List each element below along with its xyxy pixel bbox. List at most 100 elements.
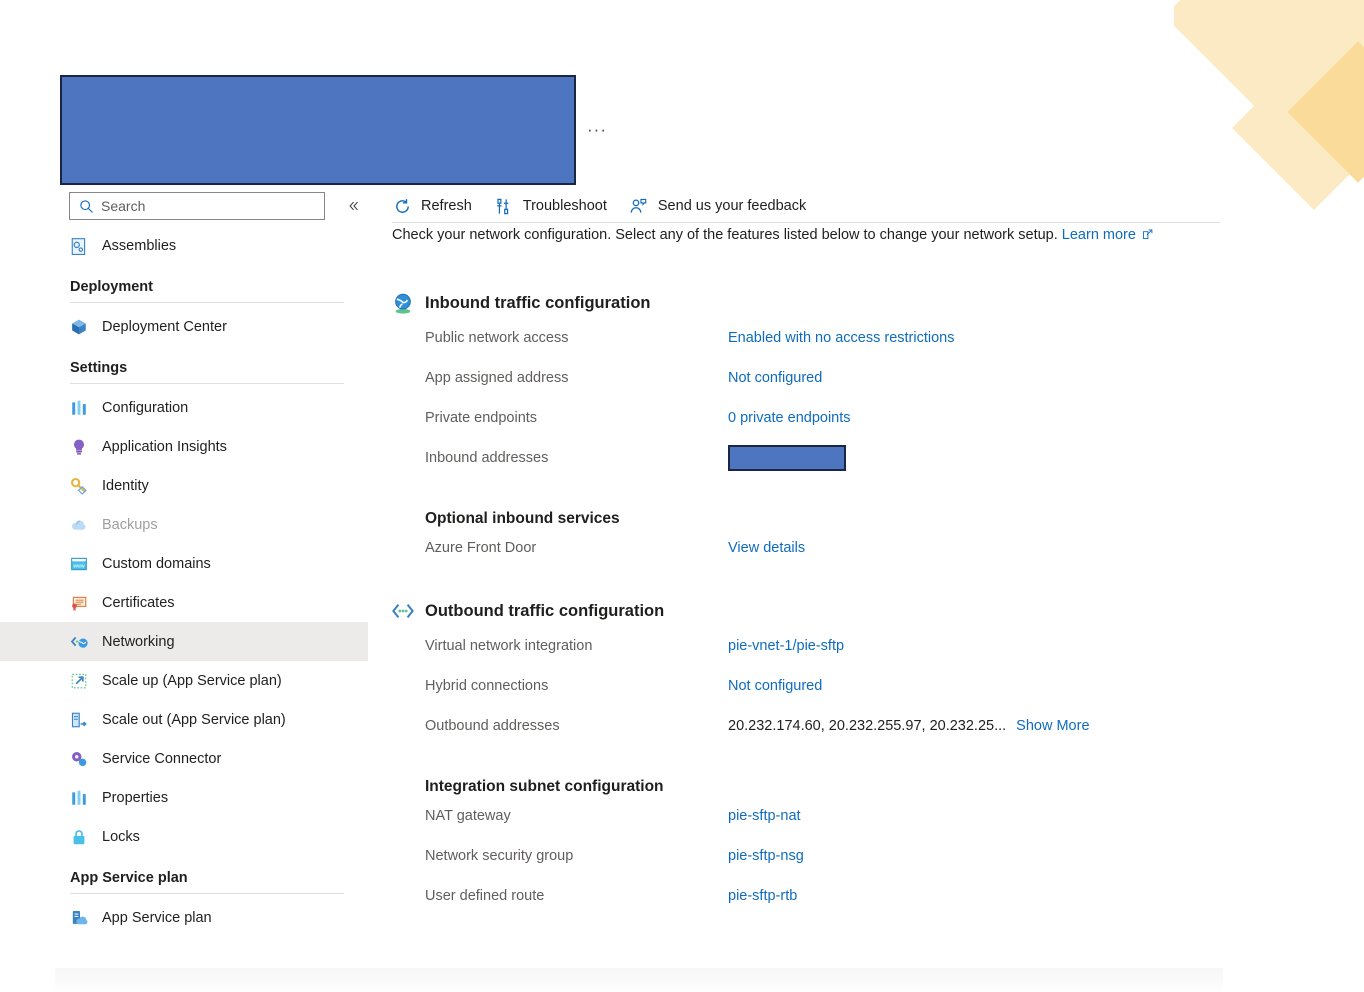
sidebar-item-assemblies[interactable]: Assemblies: [0, 226, 368, 265]
sidebar-item-label: Properties: [102, 789, 169, 806]
scale-out-icon: [70, 711, 88, 729]
property-row: Inbound addresses: [425, 438, 1222, 478]
sidebar-item-configuration[interactable]: Configuration: [0, 388, 368, 427]
page-description: Check your network configuration. Select…: [392, 227, 1154, 245]
property-row: NAT gateway pie-sftp-nat: [425, 796, 1222, 836]
sidebar-item-deployment-center[interactable]: Deployment Center: [0, 307, 368, 346]
property-value-link[interactable]: Not configured: [728, 678, 822, 694]
property-row: Virtual network integration pie-vnet-1/pi…: [425, 626, 1222, 666]
command-label: Refresh: [421, 198, 472, 214]
page-description-text: Check your network configuration. Select…: [392, 227, 1058, 243]
certificates-icon: [70, 594, 88, 612]
property-value-link[interactable]: 0 private endpoints: [728, 410, 851, 426]
bidirectional-arrows-icon: [392, 600, 414, 622]
property-value-text: pie-sftp-nsg: [728, 848, 804, 864]
sidebar-item-backups: Backups: [0, 505, 368, 544]
property-row: Azure Front Door View details: [425, 528, 1222, 568]
sidebar-item-label: Scale up (App Service plan): [102, 672, 282, 689]
property-key: Inbound addresses: [425, 450, 549, 466]
sidebar-item-certificates[interactable]: Certificates: [0, 583, 368, 622]
property-value-text: 0 private endpoints: [728, 410, 851, 426]
property-key: Hybrid connections: [425, 678, 549, 694]
sidebar-group-app-service-plan: App Service plan: [0, 870, 368, 894]
property-row: Outbound addresses 20.232.174.60, 20.232.…: [425, 706, 1222, 746]
sidebar-group-deployment: Deployment: [0, 279, 368, 303]
property-key: Network security group: [425, 848, 574, 864]
sidebar-item-label: Locks: [102, 828, 140, 845]
sidebar-search-row: [69, 192, 359, 224]
sidebar-item-custom-domains[interactable]: www Custom domains: [0, 544, 368, 583]
sidebar-nav-list: Assemblies Deployment Deployment Center Set…: [0, 226, 368, 937]
sidebar-item-application-insights[interactable]: Application Insights: [0, 427, 368, 466]
configuration-icon: [70, 399, 88, 417]
identity-key-icon: [70, 477, 88, 495]
send-us-your-feedback-button[interactable]: Send us your feedback: [629, 191, 806, 221]
search-input[interactable]: [101, 198, 281, 214]
property-row: Public network access Enabled with no acc…: [425, 318, 1222, 358]
property-value: 20.232.174.60, 20.232.255.97, 20.232.25.…: [728, 718, 1090, 734]
sidebar-item-networking[interactable]: Networking: [0, 622, 368, 661]
learn-more-link[interactable]: Learn more: [1062, 227, 1136, 243]
service-connector-icon: [70, 750, 88, 768]
integration-subnet-rows: NAT gateway pie-sftp-nat Network security …: [392, 796, 1222, 916]
property-value-link[interactable]: View details: [728, 540, 805, 556]
sidebar-group-title: Deployment: [70, 279, 153, 295]
sidebar-item-label: App Service plan: [102, 909, 212, 926]
inbound-section-title: Inbound traffic configuration: [425, 293, 651, 312]
properties-icon: [70, 789, 88, 807]
property-key: NAT gateway: [425, 808, 511, 824]
property-row: Hybrid connections Not configured: [425, 666, 1222, 706]
property-key: User defined route: [425, 888, 545, 904]
property-value-text: Not configured: [728, 370, 823, 386]
show-more-link[interactable]: Show More: [1016, 718, 1089, 734]
inbound-rows: Public network access Enabled with no acc…: [392, 318, 1222, 478]
custom-domains-icon: www: [70, 555, 88, 573]
sidebar-item-label: Deployment Center: [102, 318, 227, 335]
outbound-section-header: Outbound traffic configuration: [392, 600, 1222, 622]
sidebar-group-divider: [70, 383, 344, 384]
chevron-double-left-icon[interactable]: [342, 194, 366, 218]
command-label: Troubleshoot: [522, 198, 607, 214]
sidebar-item-service-connector[interactable]: Service Connector: [0, 739, 368, 778]
search-icon: [79, 199, 94, 214]
property-value-link[interactable]: Enabled with no access restrictions: [728, 330, 954, 346]
sidebar-item-label: Configuration: [102, 399, 189, 416]
sidebar-item-scale-out-app-service-plan[interactable]: Scale out (App Service plan): [0, 700, 368, 739]
sidebar-item-label: Networking: [102, 633, 175, 650]
optional-inbound-rows: Azure Front Door View details: [392, 528, 1222, 568]
property-value-text: pie-sftp-rtb: [728, 888, 798, 904]
command-label: Send us your feedback: [657, 198, 807, 214]
sidebar-group-title: App Service plan: [70, 870, 188, 886]
networking-icon: [70, 633, 88, 651]
property-row: Private endpoints 0 private endpoints: [425, 398, 1222, 438]
property-value-link[interactable]: pie-vnet-1/pie-sftp: [728, 638, 844, 654]
sidebar-item-app-service-plan[interactable]: App Service plan: [0, 898, 368, 937]
sidebar-item-label: Certificates: [102, 594, 175, 611]
networking-content: Inbound traffic configuration Public net…: [392, 292, 1222, 916]
property-value-link[interactable]: pie-sftp-nsg: [728, 848, 804, 864]
search-box[interactable]: [69, 192, 325, 220]
app-root: ··· AssembliesDeploymentDeployment C: [0, 0, 1364, 992]
inbound-addresses-redaction: [728, 445, 846, 471]
sidebar-item-label: Application Insights: [102, 438, 227, 455]
sidebar-item-properties[interactable]: Properties: [0, 778, 368, 817]
header-more-ellipsis[interactable]: ···: [587, 120, 607, 140]
property-row: App assigned address Not configured: [425, 358, 1222, 398]
refresh-button[interactable]: Refresh: [392, 191, 472, 221]
external-link-icon: [1141, 228, 1154, 245]
command-bar-divider: [392, 222, 1220, 223]
sidebar-group-title: Settings: [70, 360, 128, 376]
property-value-text: Not configured: [728, 678, 823, 694]
troubleshoot-button[interactable]: Troubleshoot: [494, 191, 607, 221]
sidebar-item-label: Identity: [102, 477, 149, 494]
property-value-text: Enabled with no access restrictions: [728, 330, 955, 346]
optional-inbound-title: Optional inbound services: [425, 510, 620, 527]
sidebar-item-locks[interactable]: Locks: [0, 817, 368, 856]
sidebar-item-scale-up-app-service-plan[interactable]: Scale up (App Service plan): [0, 661, 368, 700]
sidebar-item-label: Backups: [102, 516, 158, 533]
property-value-link[interactable]: pie-sftp-nat: [728, 808, 801, 824]
sidebar-item-identity[interactable]: Identity: [0, 466, 368, 505]
property-value-link[interactable]: pie-sftp-rtb: [728, 888, 797, 904]
property-row: Network security group pie-sftp-nsg: [425, 836, 1222, 876]
property-value-link[interactable]: Not configured: [728, 370, 822, 386]
